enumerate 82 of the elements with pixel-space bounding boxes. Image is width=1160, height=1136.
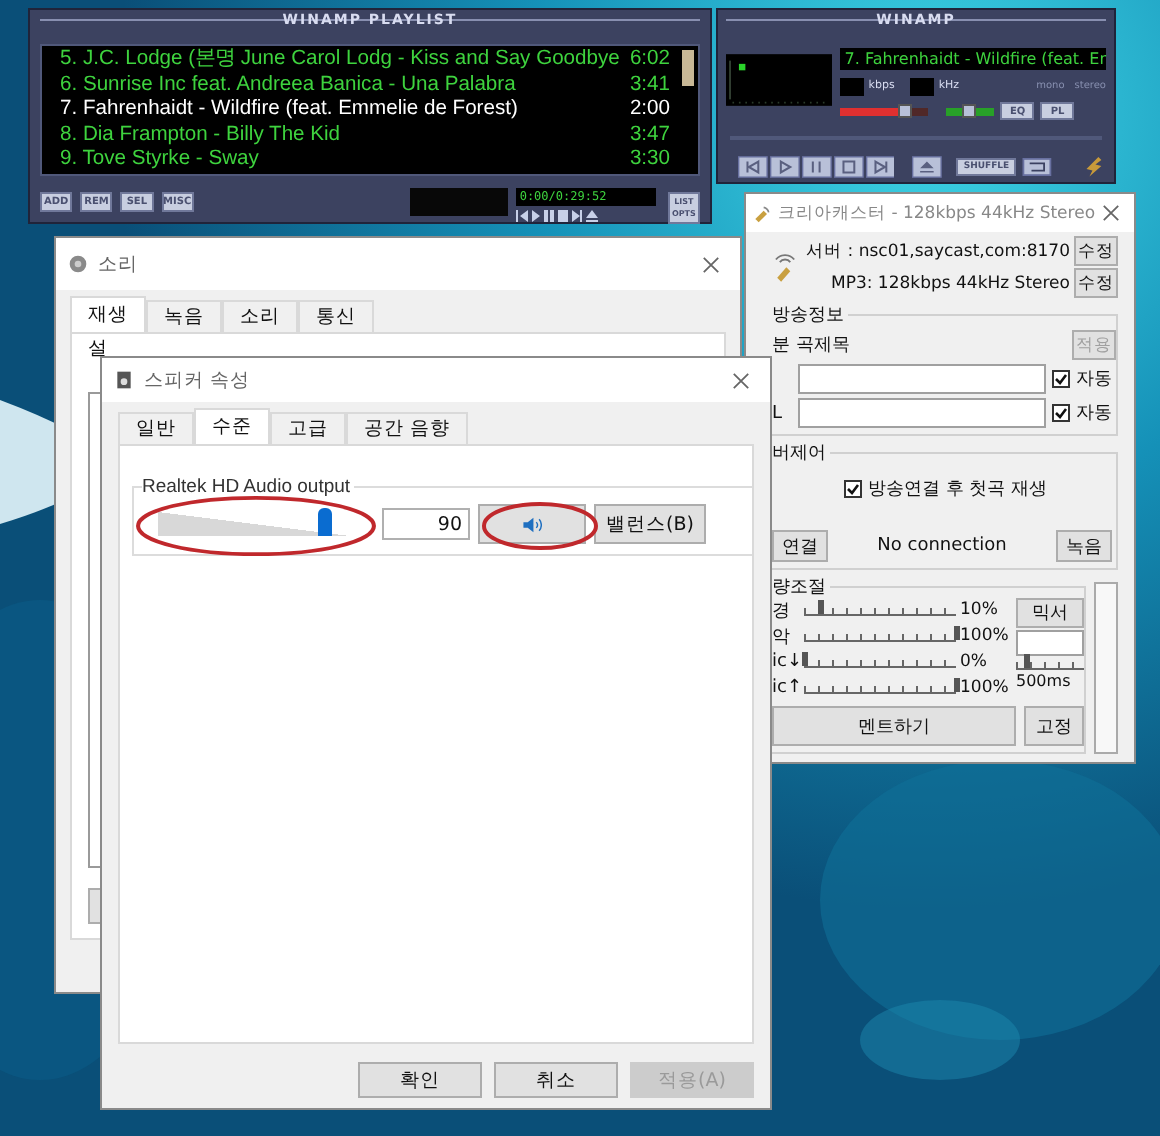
channel-label: ic↓ [772,652,800,672]
channel-label: ic↑ [772,678,800,698]
group-label: 량조절 [772,574,830,600]
transport-icons[interactable] [515,209,604,222]
speaker-icon [68,254,88,274]
dialog-button[interactable]: 확인 [358,1062,482,1098]
description-text: 설 [88,336,110,362]
tab[interactable]: 소리 [222,300,298,332]
highlight-ellipse [480,500,600,552]
window-title: 스피커 속성 [144,367,251,393]
speaker-icon [114,370,134,390]
balance-slider[interactable] [946,107,995,115]
track-row[interactable]: 7. Fahrenhaidt - Wildfire (feat. Emmelie de Forest) 2:00 [60,98,670,124]
delay-slider[interactable] [1016,658,1084,670]
tab[interactable]: 통신 [298,300,374,332]
edit-button[interactable]: 수정 [1074,236,1118,266]
mini-display [409,187,508,216]
volume-field[interactable]: 90 [382,508,470,540]
record-button[interactable]: 녹음 [1056,530,1112,562]
group-label: 버제어 [772,440,830,466]
tab[interactable]: 녹음 [146,300,222,332]
volume-reading: 100% [960,678,1008,698]
group-label: 방송정보 [772,302,848,328]
close-icon[interactable] [1101,204,1120,222]
close-icon[interactable] [732,371,750,389]
track-row[interactable]: 5. J.C. Lodge (본명 June Carol Lodg - Kiss and Say Goodbye 6:02 [60,48,670,74]
title-field[interactable] [798,364,1046,394]
volume-slider[interactable] [804,682,956,694]
visualizer [726,48,833,112]
checkbox[interactable] [844,480,862,498]
delay-label: 500ms [1016,672,1073,692]
tab[interactable]: 수준 [194,408,270,444]
transport-button[interactable] [769,155,800,177]
tab[interactable]: 공간 음향 [346,412,469,444]
close-icon[interactable] [702,255,720,273]
info-display [840,77,865,95]
checkbox-label: 자동 [1076,368,1112,392]
track-row[interactable]: 8. Dia Frampton - Billy The Kid 3:47 [60,123,670,149]
speaker-icon [522,515,542,533]
scroll-thumb[interactable] [682,50,694,86]
transport-button[interactable] [833,155,864,177]
mixer-button[interactable]: 믹서 [1016,598,1084,628]
window-title: 크리아캐스터 - 128kbps 44kHz Stereo [778,201,1096,225]
edit-button[interactable]: 수정 [1074,268,1118,298]
transport-button[interactable] [801,155,832,177]
fix-button[interactable]: 고정 [1024,706,1084,746]
track-row[interactable]: 9. Tove Styrke - Sway 3:30 [60,148,670,174]
column-label: 분 곡제목 [772,334,852,358]
channel-label: 경 [772,599,792,623]
window-title: 소리 [98,251,138,277]
info-display [910,77,935,95]
track-row[interactable]: 6. Sunrise Inc feat. Andreea Banica - Una Palabra 3:41 [60,73,670,99]
server-label: 서버 : nsc01,saycast,com:8170 [806,239,1070,263]
volume-reading: 100% [960,626,1008,646]
volume-reading: 0% [960,652,989,672]
checkbox-label: 자동 [1076,402,1112,426]
talk-button[interactable]: 멘트하기 [772,706,1016,746]
row-label: L [772,403,785,423]
dialog-button[interactable]: 취소 [494,1062,618,1098]
transport-button[interactable] [738,155,768,177]
lightning-icon[interactable] [1082,154,1106,178]
group-label: Realtek HD Audio output [142,476,355,498]
checkbox-label: 방송연결 후 첫곡 재생 [868,478,1048,502]
format-label: MP3: 128kbps 44kHz Stereo [831,273,1070,293]
tab[interactable]: 고급 [270,412,346,444]
volume-slider[interactable] [804,630,956,642]
tab[interactable]: 재생 [70,296,146,332]
channel-label: 악 [772,625,792,649]
checkbox[interactable] [1052,404,1070,422]
checkbox[interactable] [1052,370,1070,388]
volume-reading: 10% [960,600,1000,620]
song-display: 7. Fahrenhaidt - Wildfire (feat. Er [840,48,1106,70]
tab[interactable]: 일반 [118,412,194,444]
connect-button[interactable]: 연결 [772,530,828,562]
balance-button[interactable]: 밸런스(B) [594,504,706,544]
status-label: No connection [877,536,1007,556]
eject-button[interactable] [912,155,943,177]
volume-slider[interactable] [840,107,929,115]
title-field[interactable] [798,398,1046,428]
repeat-button[interactable] [1022,157,1053,175]
transport-button[interactable] [865,155,895,177]
delay-field[interactable] [1016,630,1084,656]
